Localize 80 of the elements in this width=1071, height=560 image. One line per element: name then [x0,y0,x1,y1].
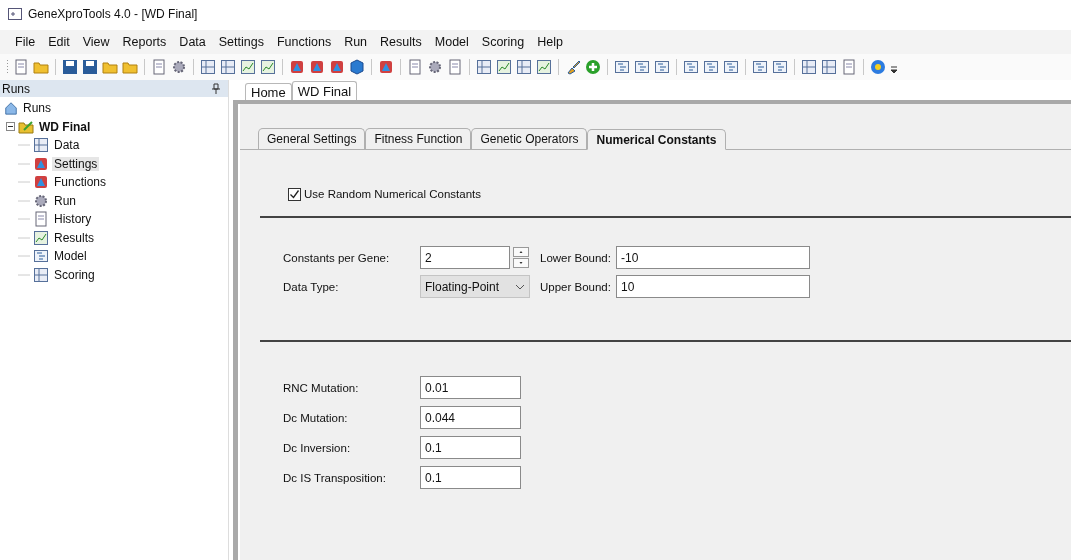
menu-item[interactable]: Scoring [476,33,533,51]
brush-icon[interactable] [565,59,581,75]
input-field[interactable]: 0.01 [420,376,521,399]
menu-item[interactable]: Reports [117,33,175,51]
menu-item[interactable]: Results [375,33,430,51]
menu-item[interactable]: Data [174,33,214,51]
settings-tab[interactable]: General Settings [258,128,366,149]
window-title: GeneXproTools 4.0 - [WD Final] [28,7,198,21]
checkbox[interactable] [288,187,301,201]
menu-item[interactable]: View [77,33,118,51]
cube-icon[interactable] [349,59,365,75]
menu-item[interactable]: Settings [213,33,272,51]
input-field[interactable]: 0.044 [420,406,521,429]
toolbar-grip-icon [6,59,9,75]
tree-item[interactable]: Model [52,249,89,264]
settings-tab[interactable]: Fitness Function [365,128,472,149]
input-field[interactable]: 10 [616,275,810,298]
table-icon[interactable] [801,59,817,75]
caret-icon [515,283,525,290]
tree-item[interactable]: Scoring [52,267,97,282]
tree-item[interactable]: Settings [52,156,100,171]
document-icon [33,211,49,228]
table-icon [33,137,49,154]
chart-icon [33,229,49,246]
dropdown[interactable]: Floating-Point [420,275,530,298]
panel-title: Runs [2,81,30,96]
settings-tab[interactable]: Genetic Operators [471,128,588,149]
app-icon [8,8,22,20]
menu-item[interactable]: Functions [271,33,340,51]
input-field[interactable]: 0.1 [420,436,521,459]
table-icon[interactable] [821,59,837,75]
tree-item[interactable]: WD Final [37,119,93,134]
folder-icon[interactable] [33,59,49,75]
table-icon [33,266,49,283]
table-icon[interactable] [516,59,532,75]
field-label: Constants per Gene: [283,251,391,264]
chart-icon[interactable] [240,59,256,75]
input-field[interactable]: -10 [616,246,810,269]
tree-item[interactable]: Results [52,230,96,245]
chart-icon[interactable] [260,59,276,75]
menu-item[interactable]: Help [532,33,571,51]
field-label: Dc Mutation: [283,411,349,424]
table-icon[interactable] [200,59,216,75]
settings-tab[interactable]: Numerical Constants [587,129,726,150]
tree-item[interactable]: Functions [52,175,109,190]
tree-item[interactable]: History [52,212,94,227]
menu-item[interactable]: Edit [43,33,78,51]
field-label: Upper Bound: [540,280,612,293]
pin-icon[interactable] [212,83,220,94]
collapse-icon[interactable] [6,122,15,132]
document-tab[interactable]: WD Final [291,81,358,100]
menu-item[interactable]: Model [429,33,477,51]
save-icon[interactable] [82,59,98,75]
menu-item[interactable]: File [10,33,44,51]
spin-down-icon[interactable] [513,257,529,268]
gear-icon [33,192,49,209]
chart-icon[interactable] [496,59,512,75]
tree-item[interactable]: Runs [21,101,53,116]
tree-item[interactable]: Data [52,138,82,153]
tree-item[interactable]: Run [52,193,78,208]
spin-up-icon[interactable] [513,246,529,257]
save-icon[interactable] [62,59,78,75]
table-icon[interactable] [476,59,492,75]
checkbox-label: Use Random Numerical Constants [304,188,482,200]
gear-icon[interactable] [171,59,187,75]
field-label: Data Type: [283,280,340,293]
field-label: RNC Mutation: [283,381,360,394]
folder-icon[interactable] [122,59,138,75]
field-label: Dc Inversion: [283,441,352,454]
chart-icon[interactable] [536,59,552,75]
input-field[interactable]: 2 [420,246,510,269]
input-field[interactable]: 0.1 [420,466,521,489]
field-label: Dc IS Transposition: [283,471,387,484]
home-icon [4,101,18,116]
menu-item[interactable]: Run [339,33,376,51]
plus-icon[interactable] [585,59,601,75]
table-icon[interactable] [220,59,236,75]
field-label: Lower Bound: [540,251,612,264]
gear-icon[interactable] [427,59,443,75]
folder-icon [18,119,34,134]
